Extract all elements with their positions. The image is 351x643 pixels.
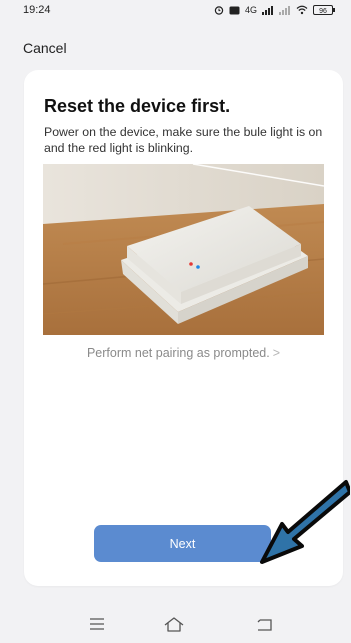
wifi-icon [296,5,308,15]
menu-icon[interactable] [85,613,109,635]
chevron-right-icon: > [272,346,281,360]
system-nav-bar [0,605,351,643]
net-pairing-label: Perform net pairing as prompted. [86,346,270,360]
signal-secondary-icon [279,5,290,15]
battery-icon: 96 [313,5,335,15]
home-icon[interactable] [162,613,186,635]
pointer-arrow-icon [260,480,350,564]
cancel-button[interactable]: Cancel [23,40,67,56]
alarm-icon [214,6,224,15]
page-title: Reset the device first. [44,96,231,116]
net-pairing-link[interactable]: Perform net pairing as prompted. > [24,346,343,360]
hd-icon [229,6,240,14]
status-icons: 4G 96 [214,4,335,16]
status-bar: 19:24 4G 96 [0,0,351,22]
battery-level: 96 [319,8,327,15]
network-type: 4G [244,5,257,15]
instruction-text: Power on the device, make sure the bule … [44,125,323,155]
next-button[interactable]: Next [94,525,271,562]
signal-icon [262,5,273,15]
back-icon[interactable] [253,613,277,635]
device-photo [43,164,324,335]
status-time: 19:24 [23,4,51,16]
